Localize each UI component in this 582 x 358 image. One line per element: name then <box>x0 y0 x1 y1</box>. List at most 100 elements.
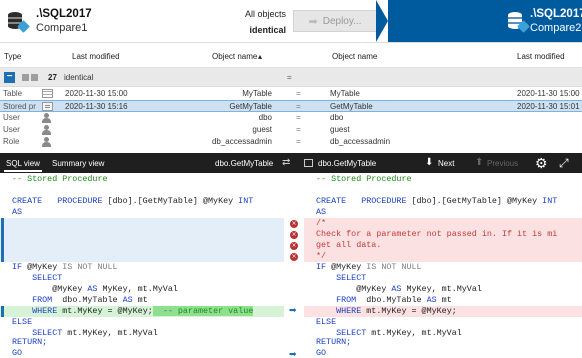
code-line-placeholder <box>0 218 284 229</box>
remove-marker-icon[interactable]: × <box>290 220 298 228</box>
code-line: SELECT <box>32 273 63 283</box>
table-row[interactable]: Role db_accessadmin = db_accessadmin <box>0 136 582 148</box>
row-left-name: dbo <box>258 113 272 122</box>
target-database[interactable]: .\SQL2017 Compare2 <box>376 0 582 42</box>
row-last-modified: 2020-11-30 15:00 <box>65 89 128 98</box>
row-left-name: GetMyTable <box>229 102 272 111</box>
arrow-down-icon[interactable]: ⬇ <box>425 157 433 168</box>
collapse-icon[interactable]: − <box>4 72 15 83</box>
row-type: Role <box>3 137 20 146</box>
equals-icon: = <box>296 113 301 122</box>
table-row[interactable]: User guest = guest <box>0 124 582 136</box>
deploy-label: Deploy... <box>322 15 362 27</box>
filter-summary: All objects identical <box>228 0 290 42</box>
code-line-added: Check for a parameter not passed in. If … <box>304 229 582 240</box>
code-line: AS <box>12 207 23 217</box>
column-object-name-left[interactable]: Object name <box>212 52 257 61</box>
code-line: FROM dbo.MyTable AS mt <box>336 295 452 305</box>
code-line: FROM dbo.MyTable AS mt <box>32 295 148 305</box>
deploy-button[interactable]: ➡ Deploy... <box>293 10 377 32</box>
swap-icon[interactable]: ⇄ <box>282 158 290 168</box>
previous-button[interactable]: Previous <box>487 159 518 168</box>
equals-icon: = <box>296 137 301 146</box>
object-list: Table 2020-11-30 15:00 MyTable = MyTable… <box>0 88 582 148</box>
user-icon <box>42 125 51 135</box>
code-line: SELECT <box>336 273 367 283</box>
code-line-added: */ <box>304 251 582 262</box>
code-line-placeholder <box>0 251 284 262</box>
target-database-name: Compare2 <box>530 22 582 34</box>
user-icon <box>42 113 51 123</box>
code-line: @MyKey AS MyKey, mt.MyVal <box>316 284 482 294</box>
code-line: RETURN; <box>12 337 48 347</box>
sql-toolbar: SQL view Summary view dbo.GetMyTable ⇄ d… <box>0 153 582 173</box>
row-right-name: GetMyTable <box>330 102 373 111</box>
code-line: IF @MyKey IS NOT NULL <box>316 262 422 272</box>
code-line: GO <box>316 348 327 358</box>
code-line: AS <box>316 207 327 217</box>
arrow-right-icon: ➡ <box>308 15 318 28</box>
row-type: User <box>3 113 20 122</box>
stored-procedure-icon <box>42 102 53 111</box>
row-right-modified: 2020-11-30 15:00 <box>517 89 580 98</box>
arrow-right-icon[interactable]: ➡ <box>289 350 297 358</box>
results-column-header: Type Last modified Object name ▴ Object … <box>0 42 582 68</box>
code-line: ELSE <box>12 317 33 327</box>
row-right-modified: 2020-11-30 15:01 <box>517 102 580 111</box>
code-line-placeholder <box>0 240 284 251</box>
right-object-title: dbo.GetMyTable <box>318 159 377 168</box>
equals-icon: = <box>296 125 301 134</box>
diff-gutter: × × × × ➡ ➡ <box>284 174 304 358</box>
row-right-name: db_accessadmin <box>330 137 391 146</box>
code-line: @MyKey AS MyKey, mt.MyVal <box>12 284 178 294</box>
column-last-modified-right[interactable]: Last modified <box>517 52 565 61</box>
source-database-name: Compare1 <box>36 22 88 34</box>
table-row[interactable]: Stored pr 2020-11-30 15:16 GetMyTable = … <box>0 100 582 112</box>
code-line-added: /* <box>304 218 582 229</box>
expand-icon[interactable]: ⤢ <box>559 156 569 171</box>
filter-label: All objects <box>244 9 286 19</box>
left-sql-pane[interactable]: -- Stored Procedure CREATE PROCEDURE [db… <box>0 174 284 358</box>
gear-icon[interactable]: ⚙ <box>535 155 548 172</box>
database-icon <box>6 10 30 33</box>
row-type: User <box>3 125 20 134</box>
remove-marker-icon[interactable]: × <box>290 253 298 261</box>
tab-summary-view[interactable]: Summary view <box>52 159 104 168</box>
group-count: 27 <box>48 73 57 82</box>
column-last-modified[interactable]: Last modified <box>72 52 120 61</box>
right-sql-pane[interactable]: -- Stored Procedure CREATE PROCEDURE [db… <box>304 174 582 358</box>
right-box-icon <box>31 74 38 81</box>
equals-icon: = <box>296 89 301 98</box>
arrow-right-icon[interactable]: ➡ <box>289 306 297 317</box>
row-type: Table <box>3 89 23 98</box>
row-right-name: MyTable <box>330 89 360 98</box>
table-row[interactable]: User dbo = dbo <box>0 112 582 124</box>
column-object-name-right[interactable]: Object name <box>332 52 377 61</box>
equals-icon: = <box>296 102 301 111</box>
next-button[interactable]: Next <box>438 159 454 168</box>
tab-sql-view[interactable]: SQL view <box>6 159 40 168</box>
row-left-name: db_accessadmin <box>211 137 272 146</box>
remove-marker-icon[interactable]: × <box>290 231 298 239</box>
code-line: CREATE PROCEDURE [dbo].[GetMyTable] @MyK… <box>12 196 254 206</box>
arrow-up-icon[interactable]: ⬆ <box>475 157 483 168</box>
left-object-title: dbo.GetMyTable <box>215 159 274 168</box>
code-line-changed: WHERE mt.MyKey = @MyKey; <box>304 306 582 317</box>
table-row[interactable]: Table 2020-11-30 15:00 MyTable = MyTable… <box>0 88 582 100</box>
row-left-name: MyTable <box>242 89 272 98</box>
sort-arrow-icon[interactable]: ▴ <box>258 52 262 61</box>
column-type[interactable]: Type <box>4 52 21 61</box>
database-icon <box>506 10 530 33</box>
code-line: RETURN; <box>316 337 352 347</box>
row-left-name: guest <box>252 125 272 134</box>
source-database[interactable]: .\SQL2017 Compare1 <box>0 0 228 42</box>
equals-icon: = <box>287 73 292 82</box>
identical-group-row[interactable]: − 27 identical = <box>0 68 582 87</box>
remove-marker-icon[interactable]: × <box>290 242 298 250</box>
row-right-name: guest <box>330 125 350 134</box>
role-icon <box>42 137 51 147</box>
code-line: IF @MyKey IS NOT NULL <box>12 262 118 272</box>
table-icon <box>42 89 53 98</box>
